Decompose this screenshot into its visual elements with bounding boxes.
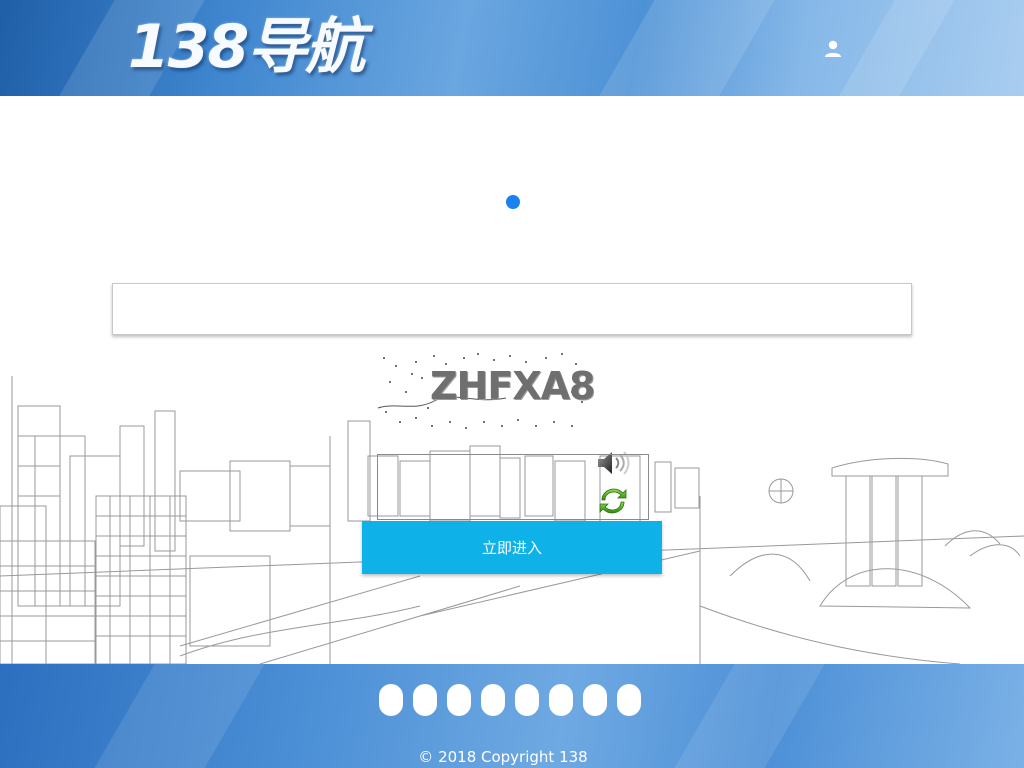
search-input[interactable]: [112, 283, 912, 335]
captcha-text: ZHFXA8: [430, 364, 595, 408]
footer-link[interactable]: [617, 684, 641, 716]
header-streak: [562, 0, 798, 96]
captcha-code-input[interactable]: [377, 454, 649, 520]
footer: © 2018 Copyright 138: [0, 664, 1024, 768]
footer-link[interactable]: [481, 684, 505, 716]
footer-link[interactable]: [549, 684, 573, 716]
captcha-image[interactable]: ZHFXA8: [376, 352, 595, 432]
header: 138导航: [0, 0, 1024, 96]
page: 138导航 ZHFXA8 立即进入 © 2018 Copyright 138: [0, 0, 1024, 768]
main-content: ZHFXA8 立即进入: [0, 96, 1024, 664]
footer-link[interactable]: [515, 684, 539, 716]
footer-link[interactable]: [583, 684, 607, 716]
footer-link[interactable]: [413, 684, 437, 716]
loading-dot-icon: [506, 195, 520, 209]
footer-links: [379, 684, 641, 716]
user-icon[interactable]: [822, 38, 844, 60]
footer-link[interactable]: [447, 684, 471, 716]
copyright-text: © 2018 Copyright 138: [418, 748, 588, 766]
enter-button[interactable]: 立即进入: [362, 521, 662, 574]
footer-link[interactable]: [379, 684, 403, 716]
site-logo[interactable]: 138导航: [128, 10, 365, 84]
